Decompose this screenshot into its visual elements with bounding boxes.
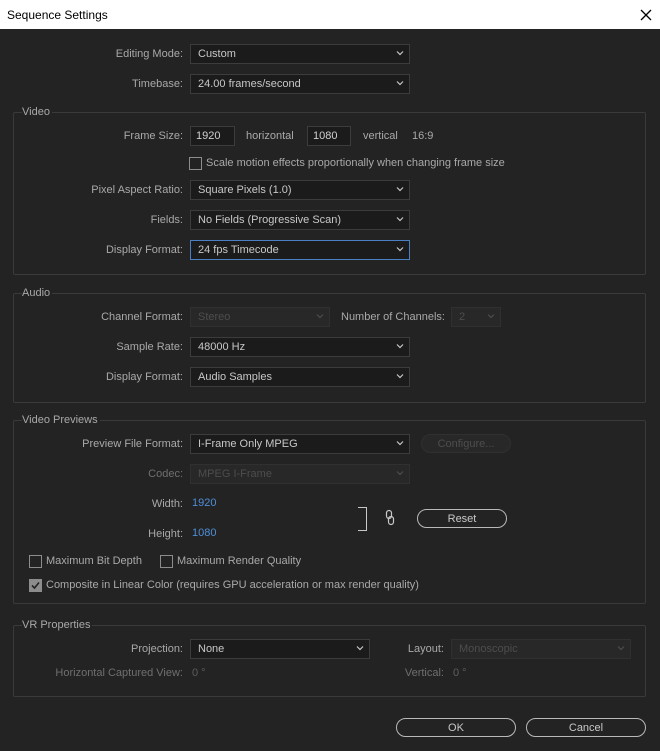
pixel-aspect-value: Square Pixels (1.0) <box>198 184 292 196</box>
max-render-quality-checkbox[interactable] <box>160 555 173 568</box>
preview-width-value[interactable]: 1920 <box>192 497 216 509</box>
window-title: Sequence Settings <box>7 8 108 22</box>
codec-label: Codec: <box>148 468 183 480</box>
audio-display-format-label: Display Format: <box>105 371 183 383</box>
reset-button[interactable]: Reset <box>417 509 507 528</box>
max-render-quality-label: Maximum Render Quality <box>177 555 302 567</box>
audio-display-format-value: Audio Samples <box>198 371 272 383</box>
vr-section-title: VR Properties <box>22 619 93 631</box>
linear-color-checkbox[interactable] <box>29 579 42 592</box>
projection-value: None <box>198 643 225 655</box>
video-display-format-value: 24 fps Timecode <box>198 244 279 256</box>
projection-label: Projection: <box>131 643 183 655</box>
timebase-dropdown[interactable]: 24.00 frames/second <box>190 74 410 94</box>
chevron-down-icon <box>395 214 405 224</box>
scale-motion-checkbox[interactable] <box>189 157 202 170</box>
linear-color-label: Composite in Linear Color (requires GPU … <box>46 579 419 591</box>
fields-label: Fields: <box>150 214 183 226</box>
editing-mode-label: Editing Mode: <box>115 48 183 60</box>
channel-format-label: Channel Format: <box>101 311 183 323</box>
close-icon[interactable] <box>636 5 656 25</box>
configure-button[interactable]: Configure... <box>421 434 511 453</box>
layout-value: Monoscopic <box>459 643 518 655</box>
vr-properties-group <box>13 625 646 697</box>
pixel-aspect-label: Pixel Aspect Ratio: <box>91 184 183 196</box>
editing-mode-dropdown[interactable]: Custom <box>190 44 410 64</box>
chevron-down-icon <box>395 341 405 351</box>
frame-size-label: Frame Size: <box>123 130 183 142</box>
aspect-ratio-text: 16:9 <box>412 130 434 142</box>
chevron-down-icon <box>395 48 405 58</box>
timebase-value: 24.00 frames/second <box>198 78 301 90</box>
audio-section-title: Audio <box>22 287 53 299</box>
chevron-down-icon <box>315 311 325 321</box>
frame-width-input[interactable]: 1920 <box>190 126 235 146</box>
codec-dropdown[interactable]: MPEG I-Frame <box>190 464 410 484</box>
ok-button[interactable]: OK <box>396 718 516 737</box>
vertical-label: vertical <box>363 130 398 142</box>
chevron-down-icon <box>395 244 405 254</box>
sample-rate-value: 48000 Hz <box>198 341 246 353</box>
num-channels-label: Number of Channels: <box>341 311 445 323</box>
horizontal-label: horizontal <box>246 130 294 142</box>
link-bracket <box>358 507 367 531</box>
layout-label: Layout: <box>407 643 444 655</box>
chevron-down-icon <box>486 311 496 321</box>
sample-rate-label: Sample Rate: <box>116 341 183 353</box>
scale-motion-label: Scale motion effects proportionally when… <box>206 157 505 169</box>
codec-value: MPEG I-Frame <box>198 468 272 480</box>
frame-height-input[interactable]: 1080 <box>307 126 351 146</box>
projection-dropdown[interactable]: None <box>190 639 370 659</box>
channel-format-dropdown[interactable]: Stereo <box>190 307 330 327</box>
sample-rate-dropdown[interactable]: 48000 Hz <box>190 337 410 357</box>
chevron-down-icon <box>616 643 626 653</box>
chevron-down-icon <box>395 78 405 88</box>
chain-link-icon[interactable] <box>384 509 396 527</box>
timebase-label: Timebase: <box>132 78 183 90</box>
chevron-down-icon <box>395 468 405 478</box>
pixel-aspect-dropdown[interactable]: Square Pixels (1.0) <box>190 180 410 200</box>
channel-format-value: Stereo <box>198 311 231 323</box>
num-channels-value: 2 <box>459 311 466 323</box>
chevron-down-icon <box>395 371 405 381</box>
video-display-format-label: Display Format: <box>105 244 183 256</box>
chevron-down-icon <box>355 643 365 653</box>
cancel-button[interactable]: Cancel <box>526 718 646 737</box>
video-section-title: Video <box>22 106 52 118</box>
preview-format-value: I-Frame Only MPEG <box>198 438 298 450</box>
video-previews-section-title: Video Previews <box>22 414 100 426</box>
chevron-down-icon <box>395 184 405 194</box>
preview-width-label: Width: <box>151 498 183 510</box>
max-bit-depth-checkbox[interactable] <box>29 555 42 568</box>
preview-height-value[interactable]: 1080 <box>192 527 216 539</box>
preview-format-label: Preview File Format: <box>82 438 183 450</box>
audio-display-format-dropdown[interactable]: Audio Samples <box>190 367 410 387</box>
preview-format-dropdown[interactable]: I-Frame Only MPEG <box>190 434 410 454</box>
fields-value: No Fields (Progressive Scan) <box>198 214 342 226</box>
num-channels-dropdown[interactable]: 2 <box>451 307 501 327</box>
max-bit-depth-label: Maximum Bit Depth <box>46 555 142 567</box>
checkmark-icon <box>31 581 40 590</box>
video-display-format-dropdown[interactable]: 24 fps Timecode <box>190 240 410 260</box>
vertical-view-value: 0 ° <box>453 667 467 679</box>
title-bar: Sequence Settings <box>0 0 660 29</box>
chevron-down-icon <box>395 438 405 448</box>
preview-height-label: Height: <box>148 528 183 540</box>
fields-dropdown[interactable]: No Fields (Progressive Scan) <box>190 210 410 230</box>
vertical-view-label: Vertical: <box>404 667 444 679</box>
editing-mode-value: Custom <box>198 48 236 60</box>
horizontal-view-value: 0 ° <box>192 667 206 679</box>
horizontal-view-label: Horizontal Captured View: <box>55 667 183 679</box>
layout-dropdown[interactable]: Monoscopic <box>451 639 631 659</box>
